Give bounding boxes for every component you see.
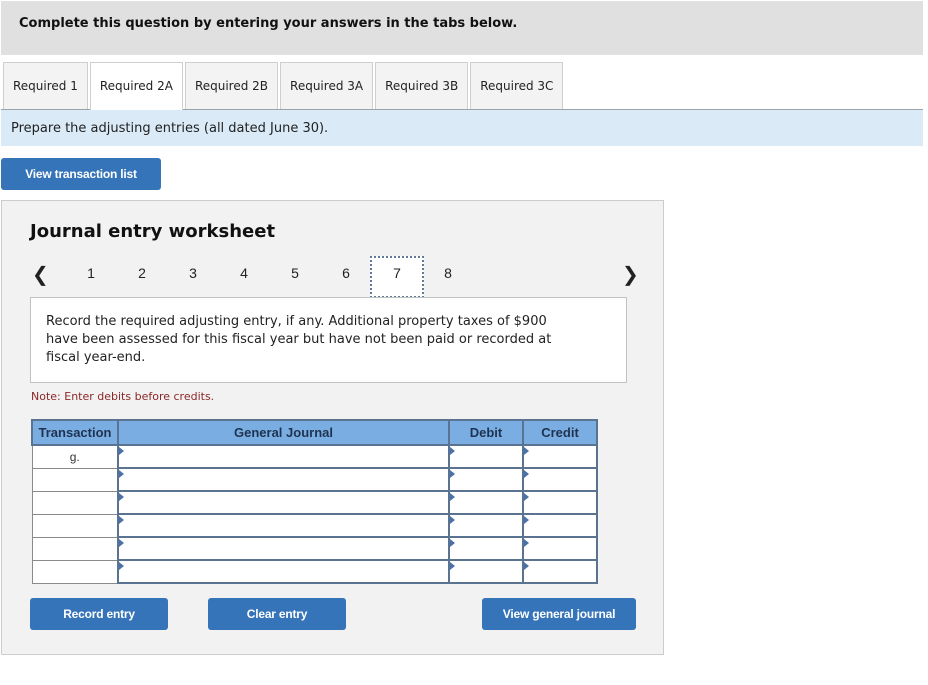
account-input[interactable] — [117, 513, 450, 538]
credit-input[interactable] — [522, 444, 598, 469]
credit-input[interactable] — [522, 559, 598, 584]
chevron-right-icon[interactable]: ❯ — [622, 262, 639, 286]
tab-required-3c[interactable]: Required 3C — [470, 62, 564, 109]
tab-required-3a[interactable]: Required 3A — [280, 62, 374, 109]
transaction-cell — [31, 467, 119, 492]
header-debit: Debit — [448, 419, 524, 446]
record-entry-button[interactable]: Record entry — [30, 598, 168, 630]
page-7[interactable]: 7 — [387, 265, 407, 281]
view-transaction-list-button[interactable]: View transaction list — [1, 158, 161, 190]
account-input[interactable] — [117, 444, 450, 469]
transaction-cell — [31, 559, 119, 584]
tab-required-2a[interactable]: Required 2A — [89, 62, 183, 110]
credit-input[interactable] — [522, 490, 598, 515]
tab-required-2b[interactable]: Required 2B — [184, 62, 279, 109]
worksheet-pager: ❮ 1 2 3 4 5 6 7 8 ❯ — [2, 256, 665, 298]
transaction-cell — [31, 490, 119, 515]
table-row — [31, 467, 598, 492]
page-3[interactable]: 3 — [183, 265, 203, 281]
table-row: g. — [31, 444, 598, 469]
account-input[interactable] — [117, 536, 450, 561]
worksheet-title: Journal entry worksheet — [30, 221, 276, 242]
tab-required-3b[interactable]: Required 3B — [375, 62, 469, 109]
table-row — [31, 490, 598, 515]
header-general-journal: General Journal — [117, 419, 450, 446]
credit-input[interactable] — [522, 513, 598, 538]
table-row — [31, 513, 598, 538]
debit-input[interactable] — [448, 490, 524, 515]
page-1[interactable]: 1 — [81, 265, 101, 281]
question-text: Record the required adjusting entry, if … — [46, 314, 552, 365]
question-header: Complete this question by entering your … — [1, 1, 923, 55]
debit-input[interactable] — [448, 467, 524, 492]
tab-required-1[interactable]: Required 1 — [3, 62, 88, 109]
page-2[interactable]: 2 — [132, 265, 152, 281]
account-input[interactable] — [117, 467, 450, 492]
instruction-bar: Prepare the adjusting entries (all dated… — [1, 110, 923, 146]
table-row — [31, 536, 598, 561]
tab-bar: Required 1 Required 2A Required 2B Requi… — [3, 62, 565, 110]
journal-table: Transaction General Journal Debit Credit… — [31, 419, 598, 584]
credit-input[interactable] — [522, 536, 598, 561]
debit-input[interactable] — [448, 536, 524, 561]
transaction-cell — [31, 513, 119, 538]
transaction-cell: g. — [31, 444, 119, 469]
debit-input[interactable] — [448, 444, 524, 469]
instruction-text: Prepare the adjusting entries (all dated… — [11, 121, 329, 136]
view-general-journal-button[interactable]: View general journal — [482, 598, 636, 630]
note-text: Note: Enter debits before credits. — [31, 390, 215, 403]
transaction-cell — [31, 536, 119, 561]
debit-input[interactable] — [448, 559, 524, 584]
page-4[interactable]: 4 — [234, 265, 254, 281]
account-input[interactable] — [117, 490, 450, 515]
page-5[interactable]: 5 — [285, 265, 305, 281]
header-transaction: Transaction — [31, 419, 119, 446]
header-text: Complete this question by entering your … — [19, 16, 518, 31]
clear-entry-button[interactable]: Clear entry — [208, 598, 346, 630]
page-8[interactable]: 8 — [438, 265, 458, 281]
header-credit: Credit — [522, 419, 598, 446]
account-input[interactable] — [117, 559, 450, 584]
credit-input[interactable] — [522, 467, 598, 492]
debit-input[interactable] — [448, 513, 524, 538]
journal-entry-worksheet: Journal entry worksheet ❮ 1 2 3 4 5 6 7 … — [1, 200, 664, 655]
page-6[interactable]: 6 — [336, 265, 356, 281]
table-row — [31, 559, 598, 584]
chevron-left-icon[interactable]: ❮ — [32, 262, 49, 286]
question-box: Record the required adjusting entry, if … — [30, 297, 627, 383]
